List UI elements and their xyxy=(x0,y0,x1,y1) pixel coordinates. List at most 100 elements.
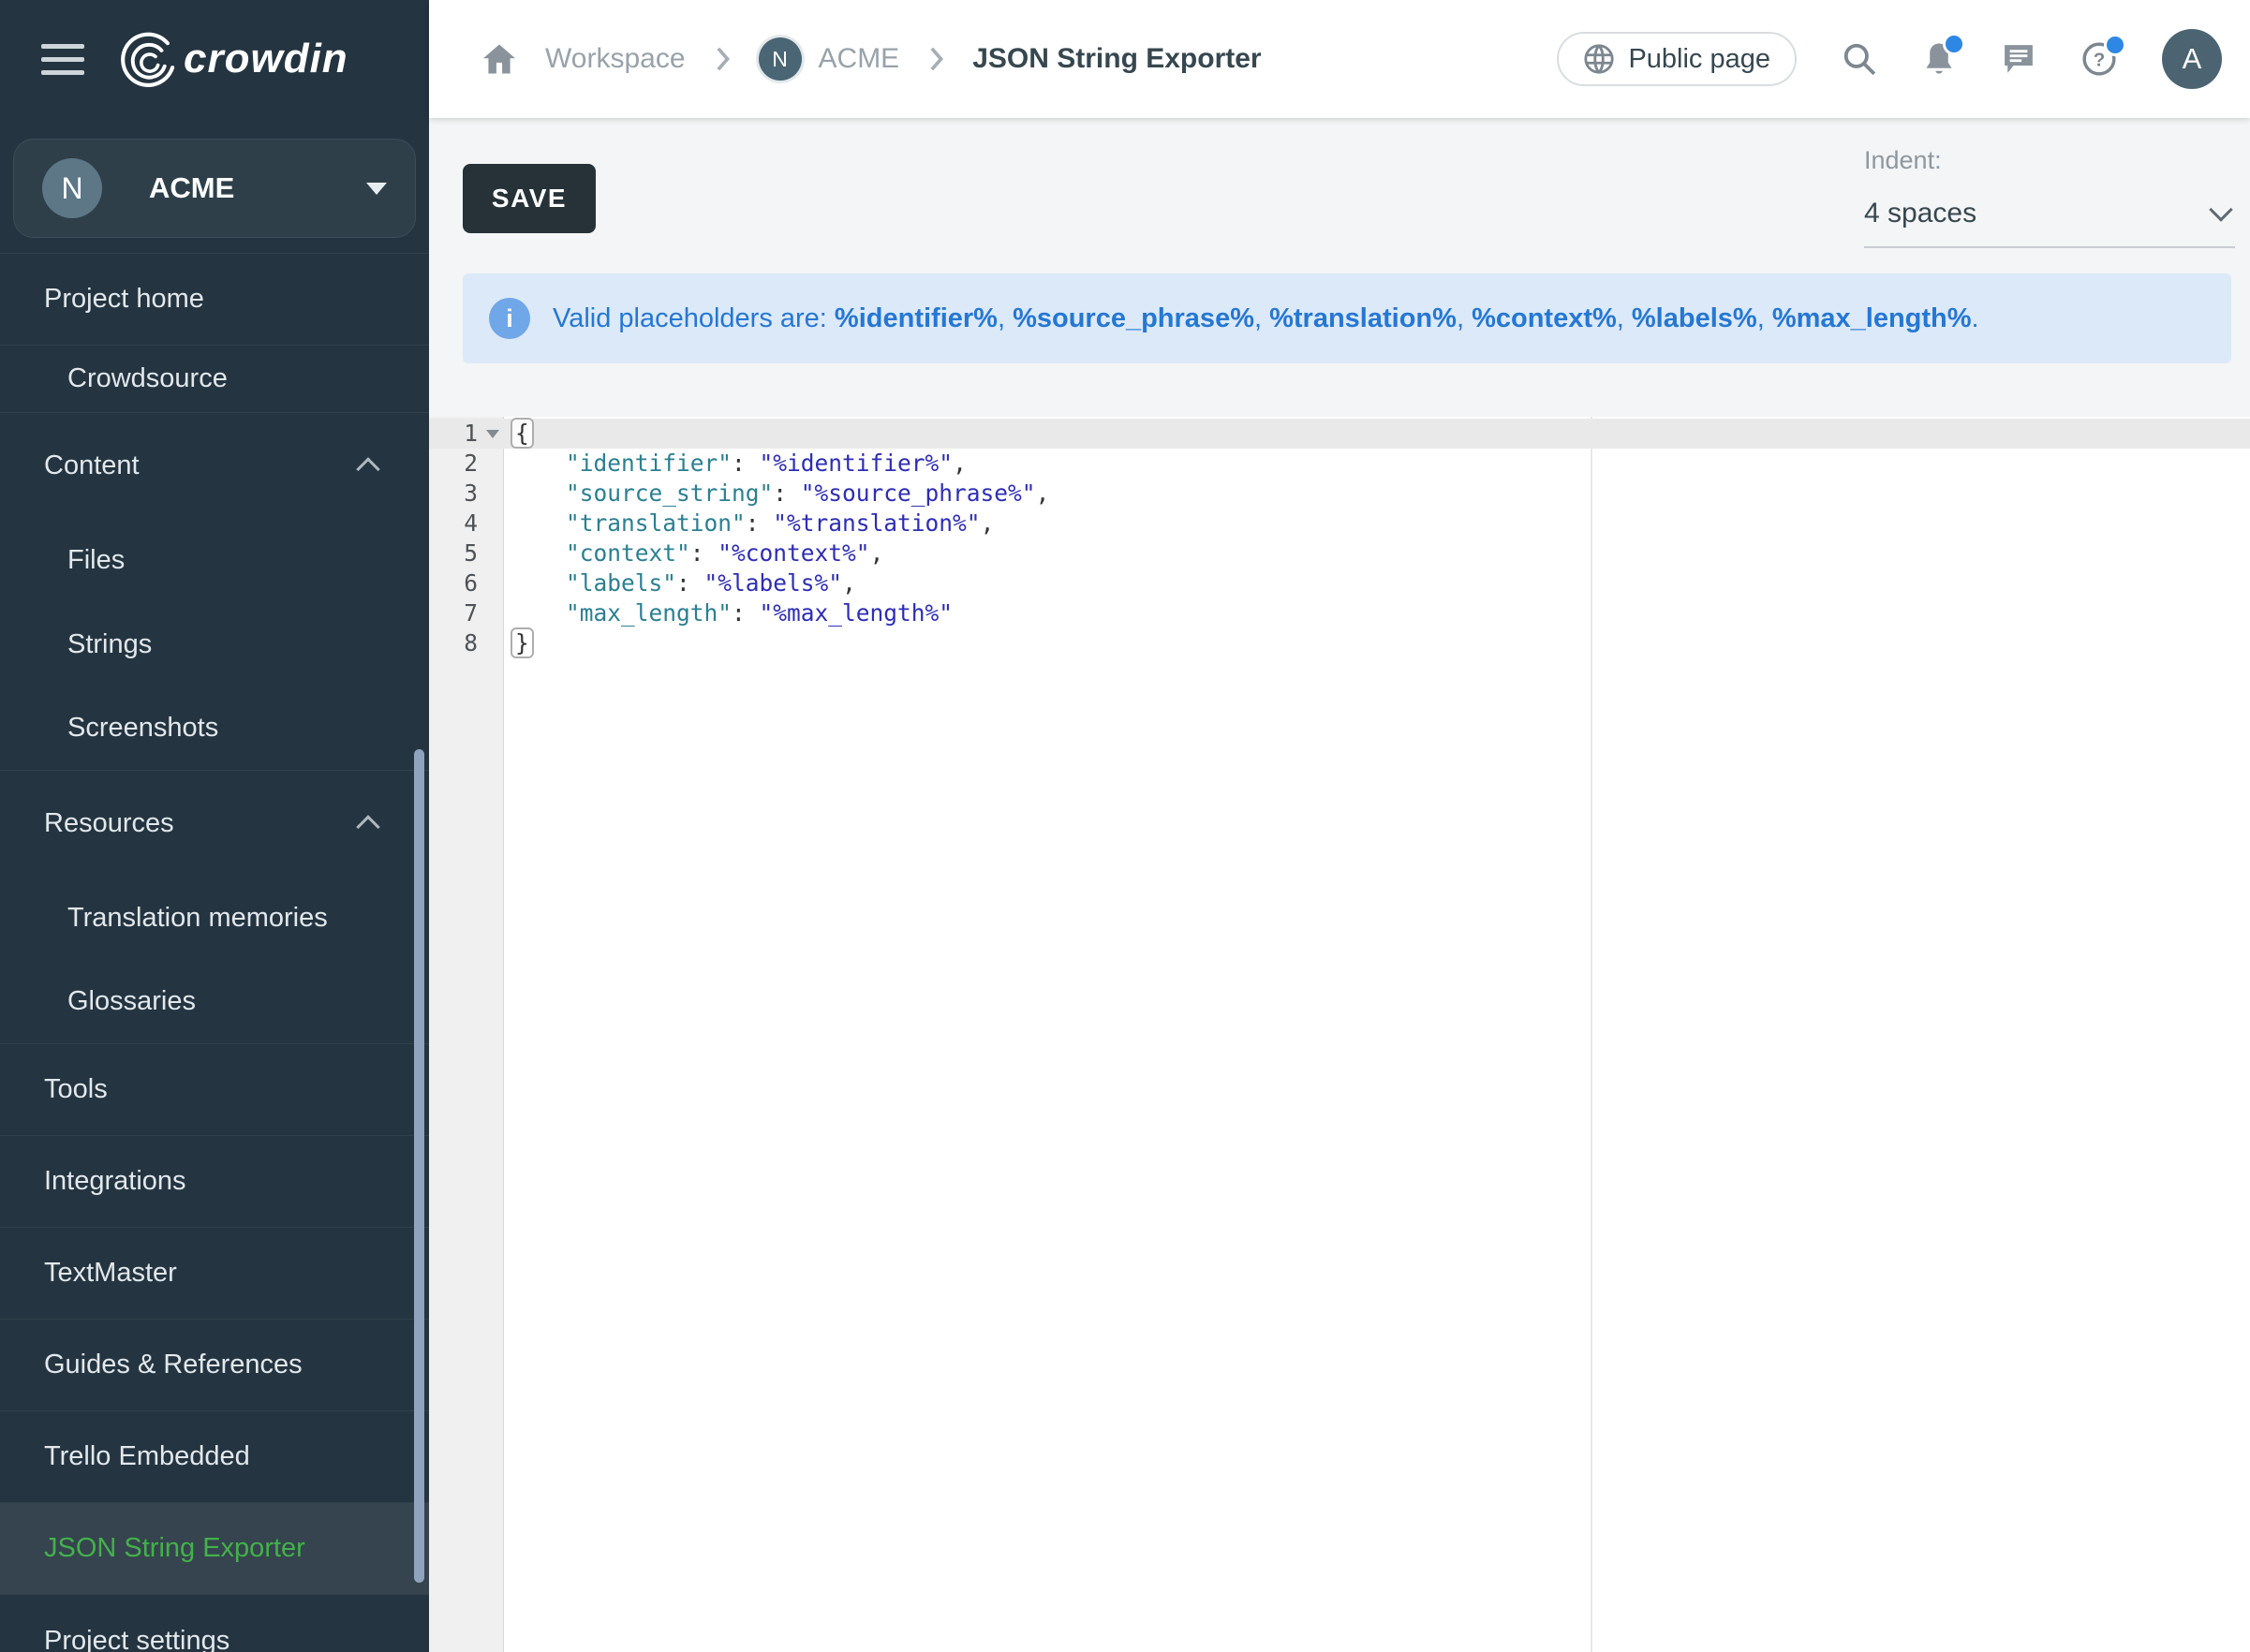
editor-line[interactable]: 8} xyxy=(429,628,2250,658)
editor-line[interactable]: 6 "labels": "%labels%", xyxy=(429,568,2250,598)
code-token-plain xyxy=(511,450,566,477)
sidebar-item-integrations[interactable]: Integrations xyxy=(0,1136,429,1228)
sidebar-item-glossaries[interactable]: Glossaries xyxy=(0,960,429,1044)
sidebar-item-strings[interactable]: Strings xyxy=(0,602,429,686)
fold-arrow-icon[interactable] xyxy=(486,430,499,438)
sidebar-item-label: TextMaster xyxy=(44,1258,177,1289)
sidebar-item-crowdsource[interactable]: Crowdsource xyxy=(0,346,429,413)
help-dot xyxy=(2104,34,2126,56)
editor-line[interactable]: 1{ xyxy=(429,419,2250,449)
code-token-plain: , xyxy=(870,539,884,567)
help-button[interactable]: ? xyxy=(2081,41,2117,77)
sidebar-item-label: Tools xyxy=(44,1074,108,1105)
code-editor[interactable]: 1{2 "identifier": "%identifier%",3 "sour… xyxy=(429,417,2250,1652)
code-token-value: "%context%" xyxy=(718,539,869,567)
line-number: 3 xyxy=(429,479,504,509)
editor-line[interactable]: 3 "source_string": "%source_phrase%", xyxy=(429,479,2250,509)
hamburger-menu-icon[interactable] xyxy=(41,44,84,75)
banner-segment: . xyxy=(1972,303,1979,333)
code-token-key: "source_string" xyxy=(566,479,773,507)
line-number: 7 xyxy=(429,598,504,628)
sidebar-item-label: Screenshots xyxy=(67,713,218,744)
code-line: "max_length": "%max_length%" xyxy=(504,598,953,628)
indent-label: Indent: xyxy=(1864,146,2235,175)
sidebar-item-label: JSON String Exporter xyxy=(44,1533,305,1564)
code-token-plain xyxy=(511,479,566,507)
code-token-plain: , xyxy=(981,509,995,537)
crowdin-logo-mark xyxy=(118,30,176,88)
editor-line[interactable]: 7 "max_length": "%max_length%" xyxy=(429,598,2250,628)
page-title: JSON String Exporter xyxy=(972,43,1261,75)
chat-icon xyxy=(2001,42,2036,76)
public-page-label: Public page xyxy=(1628,44,1770,75)
sidebar-item-screenshots[interactable]: Screenshots xyxy=(0,686,429,771)
sidebar-item-translation-memories[interactable]: Translation memories xyxy=(0,876,429,960)
messages-button[interactable] xyxy=(2001,42,2036,76)
user-avatar[interactable]: A xyxy=(2162,29,2222,89)
indent-control: Indent: 4 spaces xyxy=(1864,146,2235,248)
sidebar-item-label: Trello Embedded xyxy=(44,1441,250,1472)
sidebar-item-project-settings[interactable]: Project settings xyxy=(0,1595,429,1652)
code-token-plain: : xyxy=(732,599,760,627)
sidebar-item-content[interactable]: Content xyxy=(0,413,429,518)
sidebar-item-resources[interactable]: Resources xyxy=(0,771,429,876)
breadcrumb-project[interactable]: N ACME xyxy=(759,37,900,81)
line-number: 1 xyxy=(429,419,504,449)
sidebar-item-label: Resources xyxy=(44,808,174,839)
sidebar-item-textmaster[interactable]: TextMaster xyxy=(0,1228,429,1320)
line-number: 2 xyxy=(429,449,504,479)
indent-select[interactable]: 4 spaces xyxy=(1864,198,2235,248)
sidebar-item-label: Strings xyxy=(67,629,152,660)
sidebar-item-label: Content xyxy=(44,450,140,481)
crowdin-logo[interactable]: crowdin xyxy=(118,30,348,88)
placeholder-token: %identifier% xyxy=(835,303,998,333)
code-line: "labels": "%labels%", xyxy=(504,568,856,598)
project-switcher[interactable]: N ACME xyxy=(13,139,416,238)
sidebar-item-label: Project settings xyxy=(44,1626,229,1652)
chevron-right-icon xyxy=(927,46,944,72)
breadcrumb: Workspace N ACME JSON String Exporter xyxy=(481,37,1262,81)
public-page-button[interactable]: Public page xyxy=(1557,32,1797,86)
sidebar-item-json-string-exporter[interactable]: JSON String Exporter xyxy=(0,1503,429,1595)
notifications-button[interactable] xyxy=(1922,40,1956,78)
sidebar-logo-row: crowdin xyxy=(0,0,429,118)
save-button[interactable]: SAVE xyxy=(463,164,596,233)
code-token-plain: , xyxy=(953,450,967,477)
editor-line[interactable]: 5 "context": "%context%", xyxy=(429,538,2250,568)
home-icon[interactable] xyxy=(481,43,517,75)
breadcrumb-workspace[interactable]: Workspace xyxy=(545,43,686,75)
code-token-brace: } xyxy=(511,627,534,658)
code-token-key: "max_length" xyxy=(566,599,732,627)
code-token-plain: : xyxy=(746,509,774,537)
sidebar-item-tools[interactable]: Tools xyxy=(0,1044,429,1136)
search-button[interactable] xyxy=(1842,41,1877,77)
line-number: 4 xyxy=(429,509,504,538)
sidebar-item-label: Glossaries xyxy=(67,986,196,1017)
code-token-brace: { xyxy=(511,418,534,449)
code-token-plain: : xyxy=(732,450,760,477)
sidebar-item-label: Files xyxy=(67,545,125,576)
code-token-value: "%labels%" xyxy=(704,569,843,597)
code-token-key: "labels" xyxy=(566,569,676,597)
code-line: "source_string": "%source_phrase%", xyxy=(504,479,1049,509)
sidebar-item-label: Crowdsource xyxy=(67,363,228,394)
code-token-plain xyxy=(511,569,566,597)
editor-line[interactable]: 2 "identifier": "%identifier%", xyxy=(429,449,2250,479)
code-token-plain: : xyxy=(690,539,718,567)
code-token-plain xyxy=(511,509,566,537)
sidebar-item-label: Guides & References xyxy=(44,1350,303,1380)
sidebar-item-files[interactable]: Files xyxy=(0,518,429,602)
sidebar-item-project-home[interactable]: Project home xyxy=(0,254,429,346)
editor-line[interactable]: 4 "translation": "%translation%", xyxy=(429,509,2250,538)
sidebar-scrollbar-thumb[interactable] xyxy=(414,749,424,1583)
sidebar-item-trello-embedded[interactable]: Trello Embedded xyxy=(0,1411,429,1503)
code-token-key: "translation" xyxy=(566,509,746,537)
code-token-key: "identifier" xyxy=(566,450,732,477)
code-token-plain xyxy=(511,599,566,627)
sidebar-item-guides-references[interactable]: Guides & References xyxy=(0,1320,429,1411)
code-token-plain xyxy=(511,539,566,567)
sidebar-item-label: Translation memories xyxy=(67,903,328,934)
code-token-value: "%identifier%" xyxy=(760,450,954,477)
code-token-value: "%source_phrase%" xyxy=(801,479,1036,507)
chevron-up-icon xyxy=(356,457,379,480)
